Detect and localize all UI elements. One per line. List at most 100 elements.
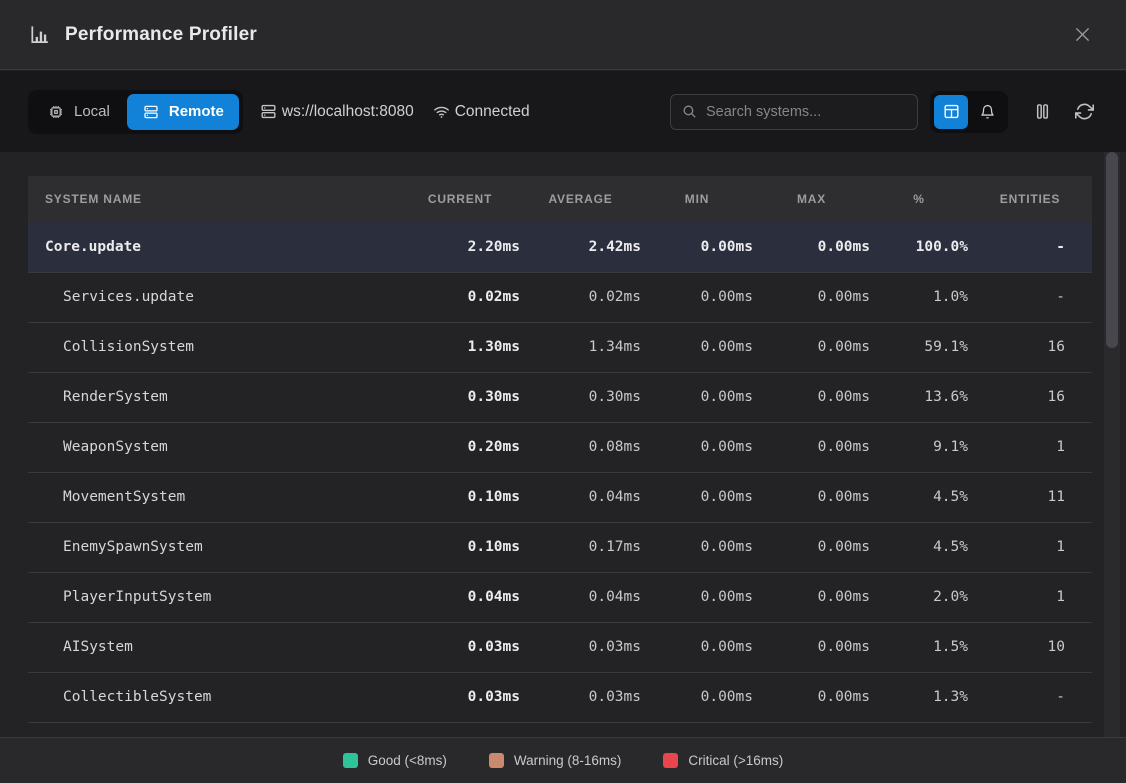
- search-icon: [681, 103, 698, 120]
- cell-max: 0.00ms: [753, 472, 870, 522]
- cell-max: 0.00ms: [753, 522, 870, 572]
- cell-entities: 16: [968, 372, 1092, 422]
- cell-max: 0.00ms: [753, 622, 870, 672]
- cell-system-name: RenderSystem: [28, 372, 400, 422]
- remote-mode-label: Remote: [169, 104, 224, 119]
- cell-average: 0.02ms: [520, 272, 641, 322]
- cell-current: 0.20ms: [400, 422, 520, 472]
- cell-average: 0.30ms: [520, 372, 641, 422]
- pause-button[interactable]: [1028, 98, 1056, 126]
- cell-percent: 4.5%: [870, 522, 968, 572]
- cell-system-name: WeaponSystem: [28, 422, 400, 472]
- cell-current: 0.10ms: [400, 472, 520, 522]
- table-row[interactable]: PlayerInputSystem 0.04ms 0.04ms 0.00ms 0…: [28, 572, 1092, 622]
- column-header-system-name[interactable]: System Name: [28, 176, 400, 222]
- table-row[interactable]: Core.update 2.20ms 2.42ms 0.00ms 0.00ms …: [28, 222, 1092, 272]
- cell-system-name: MovementSystem: [28, 472, 400, 522]
- cell-system-name: PlayerInputSystem: [28, 572, 400, 622]
- column-header-min[interactable]: Min: [641, 176, 753, 222]
- wifi-icon: [432, 102, 451, 121]
- system-table-body: Core.update 2.20ms 2.42ms 0.00ms 0.00ms …: [28, 222, 1092, 722]
- remote-mode-button[interactable]: Remote: [127, 94, 239, 130]
- table-view-button[interactable]: [934, 95, 968, 129]
- search-input[interactable]: [706, 104, 907, 120]
- cell-min: 0.00ms: [641, 622, 753, 672]
- legend-label: Good (<8ms): [368, 753, 447, 768]
- table-view-icon: [942, 102, 961, 121]
- cell-current: 2.20ms: [400, 222, 520, 272]
- pause-icon: [1032, 101, 1053, 122]
- cell-entities: 1: [968, 522, 1092, 572]
- cell-min: 0.00ms: [641, 322, 753, 372]
- cell-min: 0.00ms: [641, 572, 753, 622]
- cell-max: 0.00ms: [753, 572, 870, 622]
- column-header-current[interactable]: Current: [400, 176, 520, 222]
- systems-table: System Name Current Average Min Max % En…: [28, 176, 1092, 723]
- cell-current: 0.03ms: [400, 672, 520, 722]
- cell-current: 0.10ms: [400, 522, 520, 572]
- cell-max: 0.00ms: [753, 222, 870, 272]
- view-toggle-group: [930, 91, 1008, 133]
- cell-average: 1.34ms: [520, 322, 641, 372]
- refresh-button[interactable]: [1070, 98, 1098, 126]
- legend-label: Critical (>16ms): [688, 753, 783, 768]
- connection-url: ws://localhost:8080: [282, 103, 414, 121]
- cell-entities: -: [968, 272, 1092, 322]
- legend-item: Good (<8ms): [343, 753, 447, 768]
- cell-average: 0.04ms: [520, 472, 641, 522]
- cell-max: 0.00ms: [753, 322, 870, 372]
- alerts-button[interactable]: [970, 95, 1004, 129]
- server-icon: [142, 103, 160, 121]
- page-title: Performance Profiler: [65, 24, 257, 46]
- table-row[interactable]: AISystem 0.03ms 0.03ms 0.00ms 0.00ms 1.5…: [28, 622, 1092, 672]
- cell-min: 0.00ms: [641, 222, 753, 272]
- vertical-scrollbar-track[interactable]: [1104, 152, 1120, 737]
- table-row[interactable]: MovementSystem 0.10ms 0.04ms 0.00ms 0.00…: [28, 472, 1092, 522]
- cell-max: 0.00ms: [753, 672, 870, 722]
- local-mode-label: Local: [74, 104, 110, 119]
- cell-percent: 1.5%: [870, 622, 968, 672]
- cell-min: 0.00ms: [641, 672, 753, 722]
- mode-toggle-group: Local Remote: [28, 90, 243, 134]
- cell-system-name: EnemySpawnSystem: [28, 522, 400, 572]
- table-row[interactable]: CollisionSystem 1.30ms 1.34ms 0.00ms 0.0…: [28, 322, 1092, 372]
- table-row[interactable]: WeaponSystem 0.20ms 0.08ms 0.00ms 0.00ms…: [28, 422, 1092, 472]
- close-button[interactable]: [1066, 19, 1098, 51]
- cell-percent: 100.0%: [870, 222, 968, 272]
- cell-entities: 1: [968, 572, 1092, 622]
- table-row[interactable]: EnemySpawnSystem 0.10ms 0.17ms 0.00ms 0.…: [28, 522, 1092, 572]
- cell-percent: 1.0%: [870, 272, 968, 322]
- cell-current: 1.30ms: [400, 322, 520, 372]
- cell-min: 0.00ms: [641, 372, 753, 422]
- cell-min: 0.00ms: [641, 522, 753, 572]
- cell-current: 0.04ms: [400, 572, 520, 622]
- cell-percent: 1.3%: [870, 672, 968, 722]
- legend: Good (<8ms)Warning (8-16ms)Critical (>16…: [0, 737, 1126, 783]
- cell-average: 2.42ms: [520, 222, 641, 272]
- cell-max: 0.00ms: [753, 272, 870, 322]
- local-mode-button[interactable]: Local: [32, 94, 125, 130]
- cell-current: 0.30ms: [400, 372, 520, 422]
- cell-system-name: Core.update: [28, 222, 400, 272]
- connection-status: Connected: [455, 103, 530, 121]
- table-row[interactable]: RenderSystem 0.30ms 0.30ms 0.00ms 0.00ms…: [28, 372, 1092, 422]
- cell-average: 0.08ms: [520, 422, 641, 472]
- cell-entities: -: [968, 222, 1092, 272]
- close-icon: [1072, 24, 1093, 45]
- cell-system-name: AISystem: [28, 622, 400, 672]
- column-header-max[interactable]: Max: [753, 176, 870, 222]
- cell-min: 0.00ms: [641, 272, 753, 322]
- column-header-percent[interactable]: %: [870, 176, 968, 222]
- legend-swatch-icon: [663, 753, 678, 768]
- column-header-average[interactable]: Average: [520, 176, 641, 222]
- column-header-entities[interactable]: Entities: [968, 176, 1092, 222]
- vertical-scrollbar-thumb[interactable]: [1106, 152, 1118, 348]
- cell-average: 0.04ms: [520, 572, 641, 622]
- bar-chart-icon: [28, 23, 51, 46]
- cell-entities: -: [968, 672, 1092, 722]
- table-row[interactable]: CollectibleSystem 0.03ms 0.03ms 0.00ms 0…: [28, 672, 1092, 722]
- table-row[interactable]: Services.update 0.02ms 0.02ms 0.00ms 0.0…: [28, 272, 1092, 322]
- cell-system-name: CollectibleSystem: [28, 672, 400, 722]
- cell-average: 0.17ms: [520, 522, 641, 572]
- cell-percent: 13.6%: [870, 372, 968, 422]
